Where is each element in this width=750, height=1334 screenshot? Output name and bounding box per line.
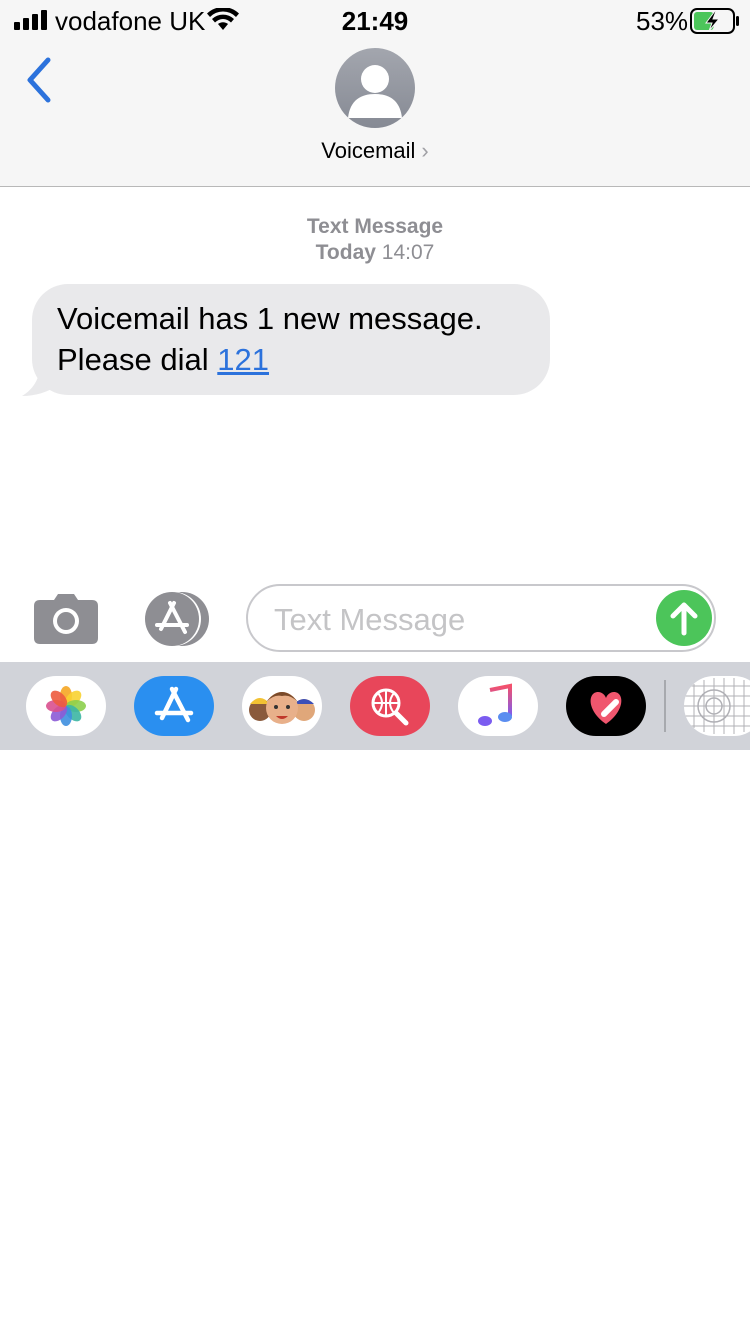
phone-number-link[interactable]: 121 xyxy=(217,342,269,377)
messages-screen: vodafone UK 21:49 53% Voicemail › Text M… xyxy=(0,0,750,1334)
music-note-icon xyxy=(478,683,512,726)
message-text-prefix: Please dial xyxy=(57,342,218,377)
app-store-icon xyxy=(154,686,194,723)
battery-percent: 53% xyxy=(636,6,689,36)
message-text-line1: Voicemail has 1 new message. xyxy=(57,301,483,336)
app-digital-touch[interactable] xyxy=(566,676,646,736)
grid-icon xyxy=(684,678,750,734)
app-app-store[interactable] xyxy=(134,676,214,736)
message-input[interactable] xyxy=(272,594,636,646)
conversation-header: Voicemail › xyxy=(0,40,750,187)
message-text-line2: Please dial 121 xyxy=(57,339,550,380)
app-more[interactable] xyxy=(684,676,750,736)
person-icon xyxy=(348,65,402,118)
imessage-app-drawer xyxy=(0,662,750,750)
app-memoji[interactable] xyxy=(242,676,322,736)
message-input-field[interactable] xyxy=(246,584,716,652)
app-photos[interactable] xyxy=(26,676,106,736)
date-label: Today xyxy=(315,241,376,264)
message-bubble: Voicemail has 1 new message. Please dial… xyxy=(32,284,550,395)
service-label: Text Message xyxy=(306,215,444,238)
message-timestamp-header: Text Message Today 14:07 xyxy=(0,214,750,266)
heart-touch-icon xyxy=(590,692,622,724)
send-arrow-icon xyxy=(670,602,698,636)
contact-name-button[interactable]: Voicemail › xyxy=(0,138,750,164)
globe-search-icon xyxy=(371,688,409,726)
drawer-divider xyxy=(664,680,666,732)
status-bar: vodafone UK 21:49 53% xyxy=(0,0,750,40)
incoming-message[interactable]: Voicemail has 1 new message. Please dial… xyxy=(20,284,560,398)
battery-charging-icon xyxy=(690,8,739,34)
app-image-search[interactable] xyxy=(350,676,430,736)
chevron-right-icon: › xyxy=(421,138,429,163)
contact-avatar[interactable] xyxy=(335,48,415,128)
app-music[interactable] xyxy=(458,676,538,736)
memoji-icon xyxy=(249,692,315,724)
app-store-icon[interactable] xyxy=(140,592,212,646)
chevron-left-icon[interactable] xyxy=(22,56,56,106)
camera-icon[interactable] xyxy=(34,594,98,644)
time-label: 14:07 xyxy=(381,241,435,264)
photos-icon xyxy=(46,686,86,726)
contact-name: Voicemail xyxy=(321,138,416,163)
composer-bar xyxy=(0,580,750,662)
send-button[interactable] xyxy=(656,590,712,646)
